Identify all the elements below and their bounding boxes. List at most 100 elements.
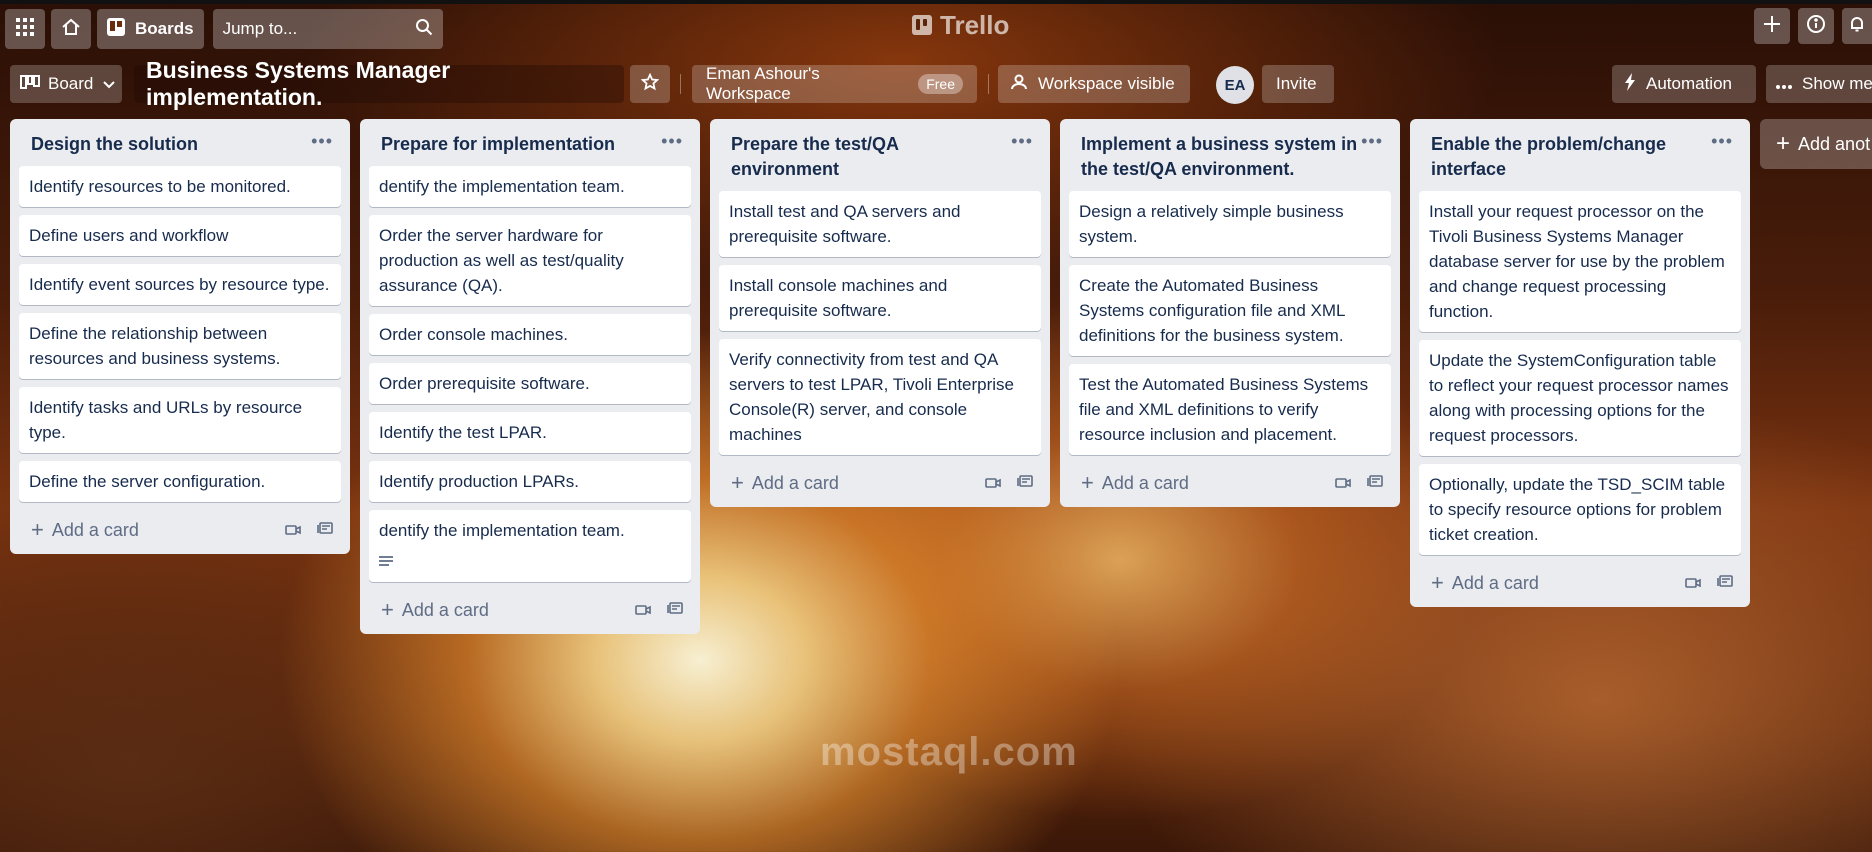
card[interactable]: dentify the implementation team. — [369, 166, 691, 207]
automation-label: Automation — [1646, 74, 1732, 93]
plus-icon: + — [1431, 570, 1444, 595]
grid-icon — [16, 17, 34, 41]
list-title[interactable]: Design the solution — [31, 132, 198, 157]
list-title[interactable]: Enable the problem/change interface — [1431, 132, 1711, 182]
template-icon[interactable] — [1717, 573, 1733, 594]
list-menu-icon[interactable]: ••• — [1011, 132, 1033, 150]
add-card-button[interactable]: + Add a card — [31, 517, 139, 543]
card[interactable]: Install your request processor on the Ti… — [1419, 191, 1741, 332]
template-icon[interactable] — [317, 520, 333, 541]
workspace-name: Eman Ashour's Workspace — [706, 64, 820, 103]
list-implement-business-system: Implement a business system in the test/… — [1060, 119, 1400, 507]
logo-text: Trello — [940, 9, 1010, 40]
list-menu-icon[interactable]: ••• — [661, 132, 683, 150]
show-menu-label: Show me — [1802, 74, 1872, 93]
boards-button[interactable]: Boards — [97, 9, 204, 49]
list-menu-icon[interactable]: ••• — [311, 132, 333, 150]
card[interactable]: Identify resources to be monitored. — [19, 166, 341, 207]
video-icon[interactable] — [1335, 473, 1351, 494]
add-card-button[interactable]: + Add a card — [1431, 570, 1539, 596]
plus-icon: + — [1081, 470, 1094, 495]
board-view-switcher[interactable]: Board — [10, 65, 122, 103]
list-prepare-for-implementation: Prepare for implementation ••• dentify t… — [360, 119, 700, 634]
add-list-label: Add anot — [1798, 133, 1871, 154]
plus-icon: + — [381, 597, 394, 622]
card[interactable]: Install console machines and prerequisit… — [719, 265, 1041, 331]
card[interactable]: dentify the implementation team. — [369, 510, 691, 582]
add-card-label: Add a card — [401, 599, 489, 620]
watermark: mostaql.com — [820, 730, 1078, 774]
header-actions — [1754, 8, 1872, 44]
board-title[interactable]: Business Systems Manager implementation. — [134, 57, 624, 110]
card[interactable]: Identify the test LPAR. — [369, 412, 691, 453]
more-icon — [1776, 74, 1792, 94]
card[interactable]: Identify production LPARs. — [369, 461, 691, 502]
list-title[interactable]: Prepare the test/QA environment — [731, 132, 1011, 182]
add-card-label: Add a card — [751, 472, 839, 493]
add-card-button[interactable]: + Add a card — [381, 597, 489, 623]
plus-icon — [1763, 15, 1781, 38]
video-icon[interactable] — [635, 600, 651, 621]
card[interactable]: Identify tasks and URLs by resource type… — [19, 387, 341, 453]
card[interactable]: Define users and workflow — [19, 215, 341, 256]
card[interactable]: Create the Automated Business Systems co… — [1069, 265, 1391, 356]
search-icon — [415, 18, 433, 41]
add-list-button[interactable]: + Add anot — [1760, 119, 1872, 169]
trello-logo[interactable]: Trello — [912, 8, 1009, 42]
card[interactable]: Install test and QA servers and prerequi… — [719, 191, 1041, 257]
video-icon[interactable] — [1685, 573, 1701, 594]
card[interactable]: Design a relatively simple business syst… — [1069, 191, 1391, 257]
show-menu-button[interactable]: Show me — [1766, 65, 1872, 103]
add-card-label: Add a card — [51, 519, 139, 540]
template-icon[interactable] — [1367, 473, 1383, 494]
plus-icon: + — [1776, 130, 1791, 157]
visibility-button[interactable]: Workspace visible — [998, 65, 1190, 103]
template-icon[interactable] — [667, 600, 683, 621]
divider — [988, 74, 989, 94]
search-placeholder: Jump to... — [222, 19, 298, 38]
add-card-button[interactable]: + Add a card — [731, 470, 839, 496]
bell-icon — [1848, 15, 1866, 38]
home-icon — [61, 17, 81, 42]
card-title: dentify the implementation team. — [379, 521, 625, 540]
chevron-down-icon — [103, 74, 116, 94]
workspace-button[interactable]: Eman Ashour's Workspace Free — [692, 64, 977, 103]
star-board-button[interactable] — [630, 65, 670, 103]
app-switcher-button[interactable] — [5, 9, 45, 49]
plus-icon: + — [731, 470, 744, 495]
create-button[interactable] — [1754, 8, 1790, 44]
divider — [680, 74, 681, 94]
search-input[interactable]: Jump to... — [212, 9, 443, 49]
card[interactable]: Identify event sources by resource type. — [19, 264, 341, 305]
add-card-button[interactable]: + Add a card — [1081, 470, 1189, 496]
list-title[interactable]: Prepare for implementation — [381, 132, 615, 157]
card[interactable]: Order the server hardware for production… — [369, 215, 691, 306]
notifications-button[interactable] — [1842, 8, 1872, 44]
card[interactable]: Update the SystemConfiguration table to … — [1419, 340, 1741, 456]
invite-button[interactable]: Invite — [1262, 65, 1334, 103]
information-button[interactable] — [1798, 8, 1834, 44]
list-menu-icon[interactable]: ••• — [1361, 132, 1383, 150]
member-avatar[interactable]: EA — [1216, 66, 1254, 104]
automation-button[interactable]: Automation — [1612, 65, 1756, 103]
card[interactable]: Order console machines. — [369, 314, 691, 355]
card[interactable]: Optionally, update the TSD_SCIM table to… — [1419, 464, 1741, 555]
card[interactable]: Define the server configuration. — [19, 461, 341, 502]
lightning-icon — [1624, 72, 1636, 96]
visibility-label: Workspace visible — [1038, 74, 1175, 93]
video-icon[interactable] — [985, 473, 1001, 494]
card[interactable]: Test the Automated Business Systems file… — [1069, 364, 1391, 455]
list-title[interactable]: Implement a business system in the test/… — [1081, 132, 1361, 182]
add-card-label: Add a card — [1451, 572, 1539, 593]
add-card-label: Add a card — [1101, 472, 1189, 493]
card[interactable]: Verify connectivity from test and QA ser… — [719, 339, 1041, 455]
home-button[interactable] — [51, 9, 91, 49]
template-icon[interactable] — [1017, 473, 1033, 494]
list-menu-icon[interactable]: ••• — [1711, 132, 1733, 150]
list-prepare-test-qa-environment: Prepare the test/QA environment ••• Inst… — [710, 119, 1050, 507]
video-icon[interactable] — [285, 520, 301, 541]
board-view-icon — [20, 74, 40, 94]
card[interactable]: Order prerequisite software. — [369, 363, 691, 404]
card[interactable]: Define the relationship between resource… — [19, 313, 341, 379]
boards-label: Boards — [135, 19, 194, 38]
